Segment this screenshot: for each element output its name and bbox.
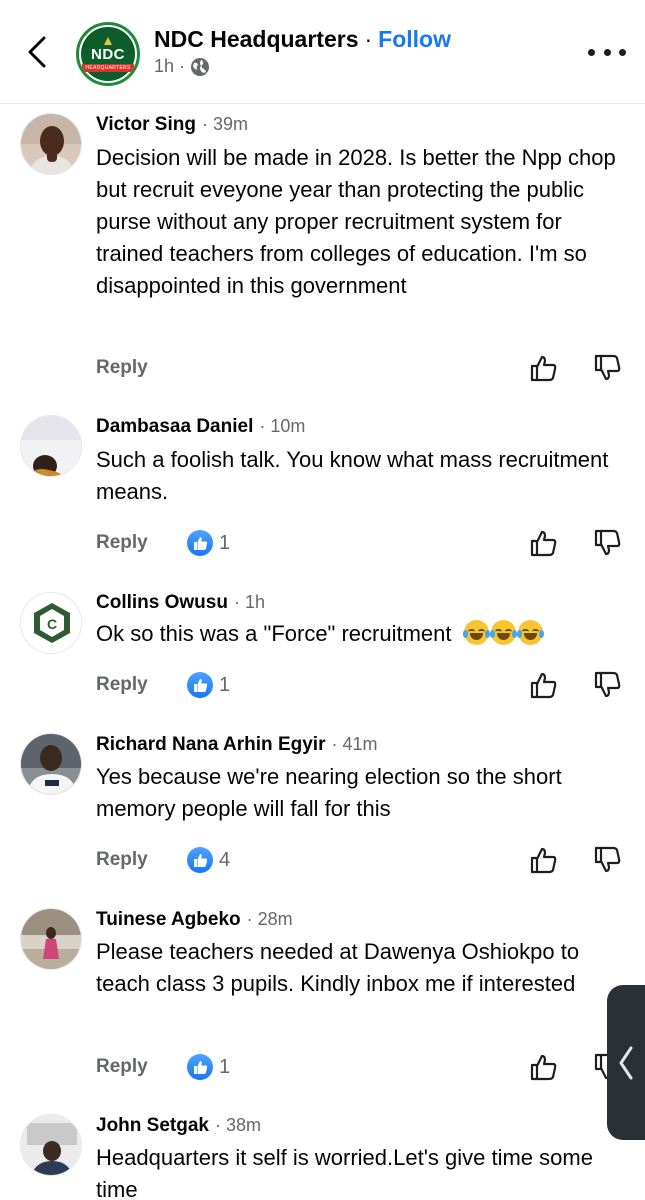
comment-author[interactable]: John Setgak — [96, 1115, 209, 1137]
comment: Tuinese Agbeko · 28m Please teachers nee… — [0, 890, 645, 1102]
back-button[interactable] — [22, 32, 52, 72]
thumbs-up-icon[interactable] — [528, 670, 558, 700]
side-panel-handle[interactable] — [607, 985, 645, 1140]
tears-of-joy-emoji — [462, 620, 544, 646]
thumbs-up-icon[interactable] — [528, 353, 558, 383]
comment-time: · 38m — [214, 1115, 261, 1135]
reply-button[interactable]: Reply — [96, 845, 148, 875]
reaction-count[interactable]: 1 — [187, 672, 230, 698]
comment-text: Please teachers needed at Dawenya Oshiok… — [96, 939, 580, 996]
svg-text:C: C — [47, 616, 57, 632]
avatar[interactable] — [20, 908, 82, 970]
like-reaction-icon — [187, 530, 213, 556]
comment-time: · 39m — [201, 114, 248, 134]
reply-button[interactable]: Reply — [96, 1052, 148, 1082]
more-options-button[interactable] — [588, 40, 626, 64]
comment-text-row: Ok so this was a "Force" recruitment — [96, 618, 626, 650]
comment-actions: Reply 4 — [96, 845, 626, 875]
dot-icon — [603, 48, 611, 56]
comment-author[interactable]: Dambasaa Daniel — [96, 416, 253, 438]
separator: · — [364, 26, 373, 52]
ndc-logo: NDC HEADQUARTERS — [81, 27, 135, 81]
comment-author-row: Victor Sing · 39m — [96, 114, 248, 136]
comment-text: Such a foolish talk. You know what mass … — [96, 447, 609, 504]
like-count: 1 — [219, 531, 231, 554]
comment-actions: Reply — [96, 353, 626, 383]
chevron-left-icon — [619, 1046, 633, 1079]
comment-time: · 41m — [331, 734, 378, 754]
thumbs-up-icon[interactable] — [528, 845, 558, 875]
reaction-count[interactable]: 1 — [187, 530, 230, 556]
comment-author[interactable]: Tuinese Agbeko — [96, 909, 241, 931]
post-meta: 1h · — [154, 56, 210, 77]
comment: John Setgak · 38m Headquarters it self i… — [0, 1102, 645, 1200]
comment-time: · 28m — [246, 909, 293, 929]
thumbs-down-icon[interactable] — [592, 670, 622, 700]
page-name-row: NDC Headquarters · Follow — [154, 26, 451, 53]
thumbs-up-icon[interactable] — [528, 1052, 558, 1082]
comment: Richard Nana Arhin Egyir · 41m Yes becau… — [0, 714, 645, 890]
meta-dot: · — [179, 56, 186, 76]
comment-author-row: Collins Owusu · 1h — [96, 592, 265, 614]
post-time: 1h — [154, 56, 175, 76]
like-count: 1 — [219, 673, 231, 696]
comment-text: Headquarters it self is worried.Let's gi… — [96, 1145, 593, 1200]
avatar-photo: C — [21, 593, 81, 653]
reaction-count[interactable]: 4 — [187, 847, 230, 873]
thumbs-down-icon[interactable] — [592, 353, 622, 383]
comment-time: · 1h — [233, 592, 265, 612]
comment-time: · 10m — [259, 416, 306, 436]
like-reaction-icon — [187, 847, 213, 873]
comment-author-row: Tuinese Agbeko · 28m — [96, 909, 293, 931]
comment-author-row: Dambasaa Daniel · 10m — [96, 416, 305, 438]
like-count: 4 — [219, 848, 231, 871]
dot-icon — [588, 48, 595, 56]
avatar[interactable] — [20, 733, 82, 795]
chevron-left-icon — [28, 36, 46, 68]
comment: Dambasaa Daniel · 10m Such a foolish tal… — [0, 394, 645, 572]
avatar[interactable] — [20, 415, 82, 477]
logo-subtext: HEADQUARTERS — [82, 63, 134, 72]
like-count: 1 — [219, 1055, 231, 1078]
post-header: NDC HEADQUARTERS NDC Headquarters · Foll… — [0, 0, 645, 104]
thumbs-down-icon[interactable] — [592, 528, 622, 558]
globe-icon — [191, 57, 210, 76]
avatar[interactable] — [20, 113, 82, 175]
reply-button[interactable]: Reply — [96, 670, 148, 700]
reply-button[interactable]: Reply — [96, 528, 148, 558]
comment-text: Ok so this was a "Force" recruitment — [96, 621, 452, 646]
page-avatar[interactable]: NDC HEADQUARTERS — [76, 22, 140, 86]
reaction-count[interactable]: 1 — [187, 1054, 230, 1080]
comment-author-row: Richard Nana Arhin Egyir · 41m — [96, 734, 377, 756]
thumbs-up-icon[interactable] — [528, 528, 558, 558]
avatar-photo — [21, 909, 81, 969]
comment-author-row: John Setgak · 38m — [96, 1115, 261, 1137]
comment-text: Decision will be made in 2028. Is better… — [96, 145, 616, 298]
thumbs-down-icon[interactable] — [592, 845, 622, 875]
follow-button[interactable]: Follow — [378, 26, 451, 53]
comment-author[interactable]: Collins Owusu — [96, 592, 228, 614]
comment-text: Yes because we're nearing election so th… — [96, 764, 562, 821]
comment-actions: Reply 1 — [96, 528, 626, 558]
avatar[interactable]: C — [20, 592, 82, 654]
comment: Victor Sing · 39m Decision will be made … — [0, 104, 645, 394]
comment: C Collins Owusu · 1h Ok so this was a "F… — [0, 572, 645, 714]
comment-author[interactable]: Richard Nana Arhin Egyir — [96, 734, 325, 756]
comment-actions: Reply 1 — [96, 670, 626, 700]
avatar-photo — [21, 1115, 81, 1175]
comment-actions: Reply 1 — [96, 1052, 626, 1082]
torch-icon — [104, 36, 112, 45]
avatar[interactable] — [20, 1114, 82, 1176]
avatar-photo — [21, 416, 81, 476]
dot-icon — [619, 48, 626, 56]
like-reaction-icon — [187, 672, 213, 698]
comment-author[interactable]: Victor Sing — [96, 114, 196, 136]
avatar-photo — [21, 734, 81, 794]
avatar-photo — [21, 114, 81, 174]
reply-button[interactable]: Reply — [96, 353, 148, 383]
like-reaction-icon — [187, 1054, 213, 1080]
logo-text: NDC — [91, 45, 125, 63]
page-name[interactable]: NDC Headquarters — [154, 26, 359, 53]
